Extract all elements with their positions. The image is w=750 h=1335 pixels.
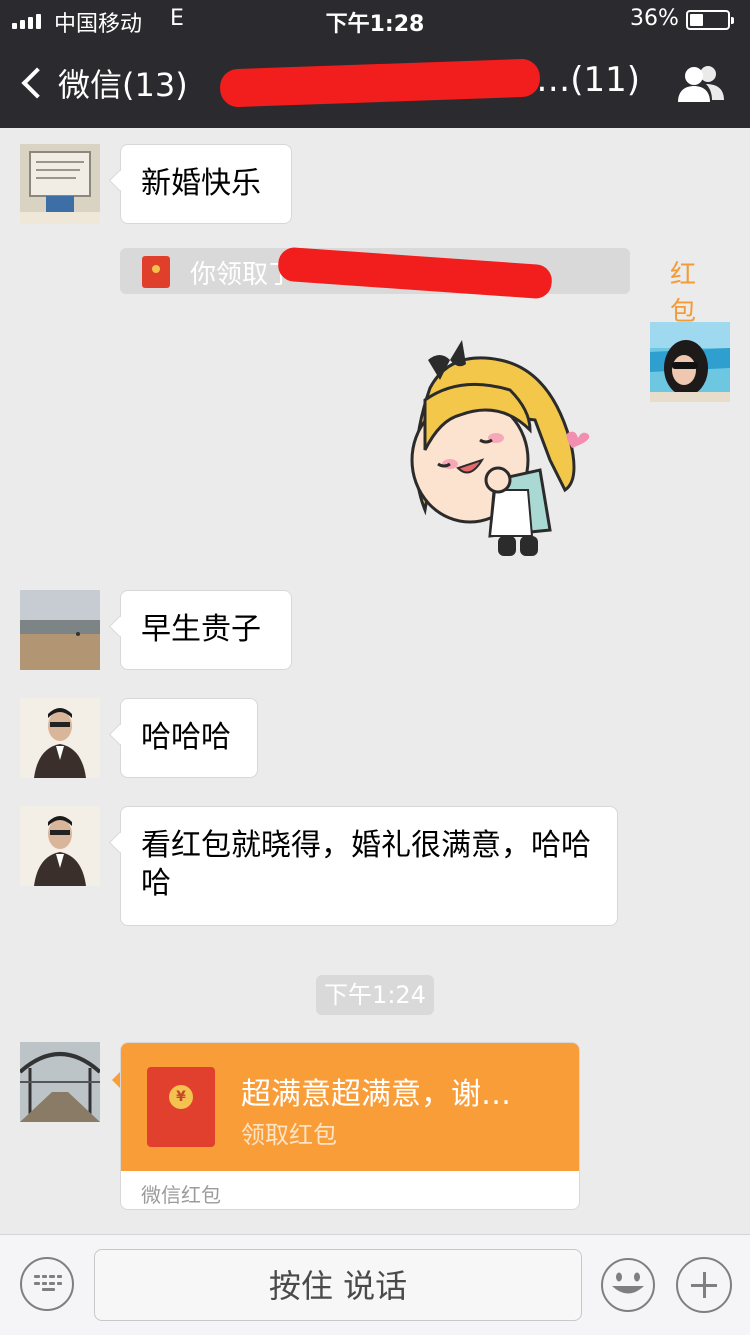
timestamp-badge: 下午1:24 [316, 975, 434, 1015]
message-bubble[interactable]: 新婚快乐 [120, 144, 292, 224]
keyboard-icon[interactable] [20, 1257, 74, 1311]
hold-to-talk-button[interactable]: 按住 说话 [94, 1249, 582, 1321]
back-label: 微信(13) [58, 66, 188, 104]
hongbao-subtitle: 领取红包 [241, 1121, 337, 1149]
top-bar: 中国移动 E 下午1:28 36% 微信(13) …(11) [0, 0, 750, 128]
yuan-coin-icon: ¥ [169, 1085, 193, 1109]
avatar[interactable] [20, 144, 100, 224]
red-envelope-icon: ¥ [147, 1067, 215, 1147]
back-button[interactable]: 微信(13) [16, 60, 188, 106]
plus-icon[interactable] [676, 1257, 732, 1313]
redpacket-notice-link[interactable]: 红包 [670, 254, 696, 328]
avatar[interactable] [650, 322, 730, 402]
input-bar: 按住 说话 [0, 1234, 750, 1335]
nav-bar: 微信(13) …(11) [0, 40, 750, 128]
message-text: 看红包就晓得，婚礼很满意，哈哈哈 [141, 828, 591, 901]
message-text: 早生贵子 [141, 612, 261, 647]
emoji-icon[interactable] [600, 1257, 656, 1313]
girl-sticker[interactable] [400, 340, 590, 562]
avatar[interactable] [20, 806, 100, 886]
hongbao-footer-label: 微信红包 [141, 1183, 221, 1207]
battery-icon [686, 10, 734, 30]
avatar[interactable] [20, 698, 100, 778]
hongbao-card[interactable]: ¥ 超满意超满意，谢… 领取红包 微信红包 [120, 1042, 580, 1210]
hongbao-title: 超满意超满意，谢… [241, 1077, 511, 1112]
message-bubble[interactable]: 哈哈哈 [120, 698, 258, 778]
message-text: 新婚快乐 [141, 166, 261, 201]
avatar[interactable] [20, 1042, 100, 1122]
message-text: 哈哈哈 [141, 720, 231, 755]
battery-percent: 36% [630, 6, 679, 31]
message-bubble[interactable]: 看红包就晓得，婚礼很满意，哈哈哈 [120, 806, 618, 926]
red-packet-icon [142, 256, 170, 288]
hongbao-header: ¥ 超满意超满意，谢… 领取红包 [121, 1043, 579, 1171]
hongbao-footer: 微信红包 [121, 1171, 579, 1209]
status-bar: 中国移动 E 下午1:28 36% [0, 0, 750, 40]
avatar[interactable] [20, 590, 100, 670]
chevron-left-icon [21, 67, 53, 99]
message-bubble[interactable]: 早生贵子 [120, 590, 292, 670]
group-members-icon[interactable] [676, 62, 726, 106]
